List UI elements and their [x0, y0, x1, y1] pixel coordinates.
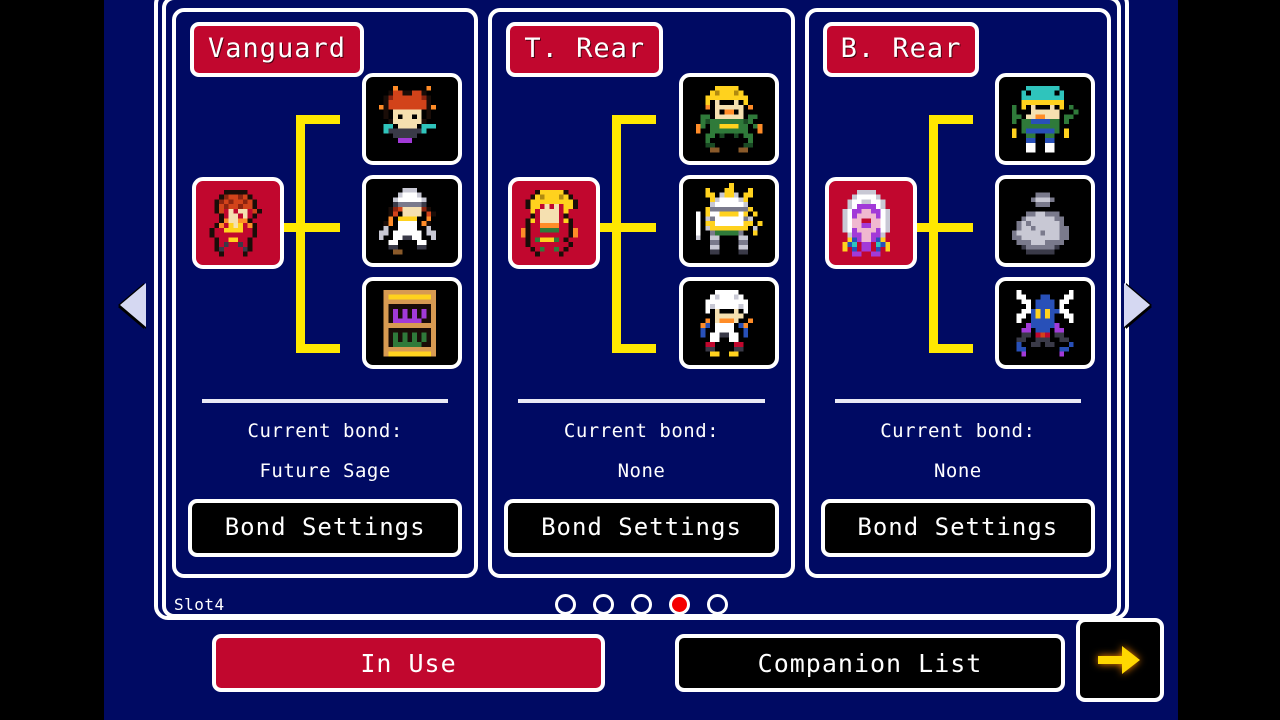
connector-arm-1 [928, 115, 973, 124]
member-slot-3[interactable] [678, 277, 779, 369]
next-page-arrow-icon[interactable] [1124, 283, 1150, 327]
bond-label-vanguard: Current bond: [247, 420, 403, 442]
member-slot-1[interactable] [362, 73, 463, 165]
right-arrow-icon [1098, 646, 1140, 674]
member-sprite-potion-shelf [374, 285, 451, 361]
member-sprite-gold-helm-paladin [690, 183, 767, 259]
formation-stage: Vanguard Current bond: Future Sage Bond … [104, 0, 1178, 720]
panel-title-top-rear: T. Rear [506, 22, 664, 77]
member-sprite-green-armor-elf [690, 81, 767, 157]
member-sprite-teal-cap-adventurer [1006, 81, 1083, 157]
member-sprite-grey-boulder-golem [1006, 183, 1083, 259]
formation-grid-bottom-rear [819, 73, 1097, 391]
panel-title-bottom-rear: B. Rear [822, 22, 980, 77]
leader-sprite-purple-ghost-knight [832, 185, 909, 261]
member-slot-list-bottom-rear [994, 73, 1095, 369]
member-sprite-blue-winged-spirit [1006, 285, 1083, 361]
slot-dot-4[interactable] [669, 593, 690, 615]
next-button[interactable] [1076, 618, 1164, 702]
panel-title-vanguard: Vanguard [190, 22, 365, 77]
team-panel-top-rear[interactable]: T. Rear Current bond: None Bond Settings [488, 8, 795, 578]
leader-slot-top-rear[interactable] [508, 177, 601, 269]
slot-indicator-bar: Slot4 [166, 588, 1117, 620]
member-slot-1[interactable] [994, 73, 1095, 165]
bond-settings-button-bottom-rear[interactable]: Bond Settings [820, 499, 1095, 557]
game-screen: Vanguard Current bond: Future Sage Bond … [0, 0, 1280, 720]
bond-settings-button-vanguard[interactable]: Bond Settings [188, 499, 463, 557]
team-panel-bottom-rear[interactable]: B. Rear Current bond: None Bond Settings [804, 8, 1111, 578]
connector-spine [928, 115, 938, 353]
member-sprite-white-haired-cleric [690, 285, 767, 361]
team-panel-list: Vanguard Current bond: Future Sage Bond … [166, 4, 1117, 582]
leader-slot-bottom-rear[interactable] [824, 177, 917, 269]
letterbox-right [1178, 0, 1280, 720]
bond-label-top-rear: Current bond: [563, 420, 720, 442]
member-slot-2[interactable] [678, 175, 779, 267]
member-slot-list-vanguard [362, 73, 463, 369]
connector-arm-3 [612, 344, 657, 353]
connector-arm-2 [296, 223, 340, 232]
member-sprite-orange-haired-girl [374, 81, 451, 157]
bond-value-bottom-rear: None [933, 460, 982, 482]
connector-arm-1 [612, 115, 657, 124]
slot-dot-list [166, 593, 1117, 615]
prev-page-arrow-icon[interactable] [120, 283, 146, 327]
companion-list-button[interactable]: Companion List [675, 634, 1065, 692]
formation-grid-top-rear [502, 73, 780, 391]
letterbox-left [0, 0, 104, 720]
connector-spine [612, 115, 622, 353]
leader-sprite-red-haired-swordsman [200, 185, 276, 261]
connector-arm-2 [928, 223, 973, 232]
slot-dot-3[interactable] [631, 593, 652, 615]
in-use-button[interactable]: In Use [212, 634, 605, 692]
connector-spine [296, 115, 305, 353]
bond-value-vanguard: Future Sage [259, 460, 391, 482]
leader-slot-vanguard[interactable] [192, 177, 284, 269]
bottom-button-bar: In Use Companion List [104, 618, 1178, 710]
member-slot-3[interactable] [994, 277, 1095, 369]
leader-sprite-blonde-mage [516, 185, 593, 261]
formation-grid-vanguard [186, 73, 464, 391]
panel-divider [202, 399, 449, 403]
bond-value-top-rear: None [617, 460, 666, 482]
panel-divider [518, 399, 765, 403]
slot-dot-1[interactable] [555, 593, 576, 615]
member-slot-2[interactable] [362, 175, 463, 267]
bond-settings-button-top-rear[interactable]: Bond Settings [504, 499, 779, 557]
member-slot-2[interactable] [994, 175, 1095, 267]
connector-arm-3 [296, 344, 340, 353]
member-slot-1[interactable] [678, 73, 779, 165]
connector-arm-3 [928, 344, 973, 353]
member-sprite-white-helmet-knight [374, 183, 451, 259]
connector-arm-1 [296, 115, 340, 124]
member-slot-3[interactable] [362, 277, 463, 369]
slot-dot-2[interactable] [593, 593, 614, 615]
member-slot-list-top-rear [678, 73, 779, 369]
slot-dot-5[interactable] [707, 593, 728, 615]
connector-arm-2 [612, 223, 657, 232]
bond-label-bottom-rear: Current bond: [880, 420, 1036, 442]
team-panel-vanguard[interactable]: Vanguard Current bond: Future Sage Bond … [172, 8, 479, 578]
panel-divider [834, 399, 1081, 403]
